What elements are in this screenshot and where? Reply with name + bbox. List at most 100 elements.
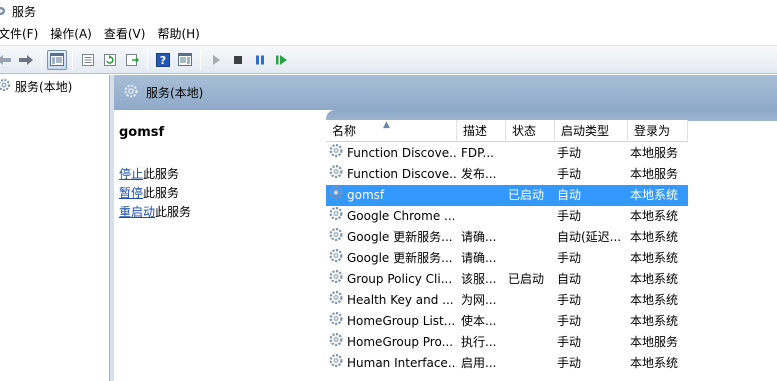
cell-startup-type: 手动	[557, 293, 582, 307]
pane-header: 服务(本地)	[114, 75, 777, 110]
action-stop-service: 停止此服务	[119, 165, 191, 184]
action-restart-service: 重启动此服务	[119, 203, 191, 222]
table-row[interactable]: Group Policy Cli... 该服... 已启动 自动 本地系统	[326, 269, 777, 290]
stop-service-link[interactable]: 停止	[119, 167, 143, 181]
properties-icon[interactable]	[78, 50, 98, 70]
cell-status: 已启动	[508, 188, 545, 202]
cell-name: HomeGroup List...	[326, 311, 457, 332]
cell-description: 该服...	[461, 272, 497, 286]
service-gear-icon	[329, 185, 344, 206]
cell-name: Function Discove...	[326, 164, 457, 185]
table-row[interactable]: gomsf 已启动 自动 本地系统	[326, 185, 688, 206]
service-gear-icon	[329, 206, 344, 227]
cell-startup-type: 手动	[557, 251, 582, 265]
pause-service-link[interactable]: 暂停	[119, 186, 143, 200]
service-gear-icon	[329, 269, 344, 290]
cell-description: 请确...	[461, 251, 497, 265]
forward-arrow-icon[interactable]	[16, 50, 36, 70]
services-app-icon	[0, 4, 8, 18]
toolbar-separator	[72, 49, 73, 70]
cell-name: Human Interface...	[326, 353, 457, 374]
column-description[interactable]: 描述	[457, 120, 506, 142]
window-title: 服务	[12, 4, 37, 19]
restart-service-link[interactable]: 重启动	[119, 205, 155, 219]
services-gear-icon	[0, 78, 12, 95]
toolbar-separator	[41, 49, 42, 70]
restart-service-icon[interactable]	[272, 50, 292, 70]
show-hide-action-pane-icon[interactable]	[175, 50, 195, 70]
show-hide-console-tree-icon[interactable]	[47, 49, 67, 70]
cell-log-on-as: 本地服务	[630, 167, 679, 181]
cell-status	[506, 206, 555, 227]
help-icon[interactable]: ?	[153, 50, 173, 70]
action-suffix: 此服务	[143, 167, 180, 181]
table-row[interactable]: Google 更新服务... 请确... 手动 本地系统	[326, 248, 777, 269]
table-row[interactable]: HomeGroup Pro... 执行... 手动 本地服务	[326, 332, 777, 353]
cell-status	[506, 227, 555, 248]
tree-item-services-local[interactable]: 服务(本地)	[0, 75, 109, 97]
column-status[interactable]: 状态	[506, 120, 555, 142]
cell-log-on-as: 本地系统	[630, 209, 679, 223]
cell-startup-type: 手动	[557, 209, 582, 223]
menu-view[interactable]: 查看(V)	[98, 25, 152, 42]
cell-description	[457, 206, 506, 227]
service-name-text: Google 更新服务...	[347, 251, 453, 265]
service-name-text: HomeGroup List...	[347, 314, 456, 328]
cell-startup-type: 手动	[557, 314, 582, 328]
service-name-text: Group Policy Cli...	[347, 272, 453, 286]
service-name-text: Function Discove...	[347, 146, 457, 160]
cell-status	[506, 290, 555, 311]
column-startup-type[interactable]: 启动类型	[555, 120, 628, 142]
service-gear-icon	[329, 143, 344, 164]
menu-bar: 文件(F) 操作(A) 查看(V) 帮助(H)	[0, 22, 777, 45]
cell-description	[457, 185, 506, 206]
column-log-on-as[interactable]: 登录为	[628, 120, 688, 142]
cell-name: Google 更新服务...	[326, 248, 457, 269]
start-service-icon[interactable]	[206, 50, 226, 70]
cell-startup-type: 自动(延迟...	[557, 230, 622, 244]
service-name-text: Google Chrome ...	[347, 209, 456, 223]
cell-log-on-as: 本地系统	[630, 188, 679, 202]
cell-log-on-as: 本地系统	[630, 293, 679, 307]
service-gear-icon	[329, 290, 344, 311]
result-pane: 服务(本地) gomsf 停止此服务 暂停此服务 重启动此服务 ▲ 名称 描述 状…	[114, 75, 777, 381]
table-row[interactable]: Google Chrome ... 手动 本地系统	[326, 206, 777, 227]
selected-service-name: gomsf	[119, 125, 165, 140]
console-tree: 服务(本地)	[0, 75, 110, 381]
services-window: 服务 文件(F) 操作(A) 查看(V) 帮助(H) ? 服务(本地) 服务(本…	[0, 0, 777, 381]
pane-header-label: 服务(本地)	[146, 86, 204, 100]
service-name-text: HomeGroup Pro...	[347, 335, 454, 349]
cell-name: Google Chrome ...	[326, 206, 457, 227]
menu-file[interactable]: 文件(F)	[0, 25, 44, 42]
cell-status	[506, 311, 555, 332]
svg-text:?: ?	[160, 54, 166, 67]
column-name[interactable]: ▲ 名称	[326, 120, 457, 142]
cell-name: gomsf	[326, 185, 457, 206]
refresh-icon[interactable]	[100, 50, 120, 70]
action-suffix: 此服务	[143, 186, 180, 200]
cell-description: 请确...	[461, 230, 497, 244]
service-name-text: Human Interface...	[347, 356, 457, 370]
menu-help[interactable]: 帮助(H)	[151, 25, 205, 42]
table-row[interactable]: Google 更新服务... 请确... 自动(延迟... 本地系统	[326, 227, 777, 248]
cell-startup-type: 手动	[557, 167, 582, 181]
export-list-icon[interactable]	[122, 50, 142, 70]
cell-log-on-as: 本地系统	[630, 230, 679, 244]
table-row[interactable]: Human Interface... 启用... 手动 本地系统	[326, 353, 777, 374]
menu-action[interactable]: 操作(A)	[44, 25, 98, 42]
services-list: ▲ 名称 描述 状态 启动类型 登录为 Function Discove... FD…	[326, 110, 777, 381]
table-row[interactable]: Health Key and ... 为网... 手动 本地系统	[326, 290, 777, 311]
pause-service-icon[interactable]	[250, 50, 270, 70]
back-arrow-icon[interactable]	[0, 50, 14, 70]
table-row[interactable]: HomeGroup List... 使本... 手动 本地系统	[326, 311, 777, 332]
service-details-panel: gomsf 停止此服务 暂停此服务 重启动此服务	[114, 110, 326, 381]
cell-description: FDP...	[461, 146, 494, 160]
cell-name: Health Key and ...	[326, 290, 457, 311]
table-row[interactable]: Function Discove... FDP... 手动 本地服务	[326, 143, 777, 164]
stop-service-icon[interactable]	[228, 50, 248, 70]
cell-name: Function Discove...	[326, 143, 457, 164]
service-name-text: Health Key and ...	[347, 293, 454, 307]
cell-startup-type: 手动	[557, 146, 582, 160]
cell-description: 发布...	[461, 167, 497, 181]
table-row[interactable]: Function Discove... 发布... 手动 本地服务	[326, 164, 777, 185]
